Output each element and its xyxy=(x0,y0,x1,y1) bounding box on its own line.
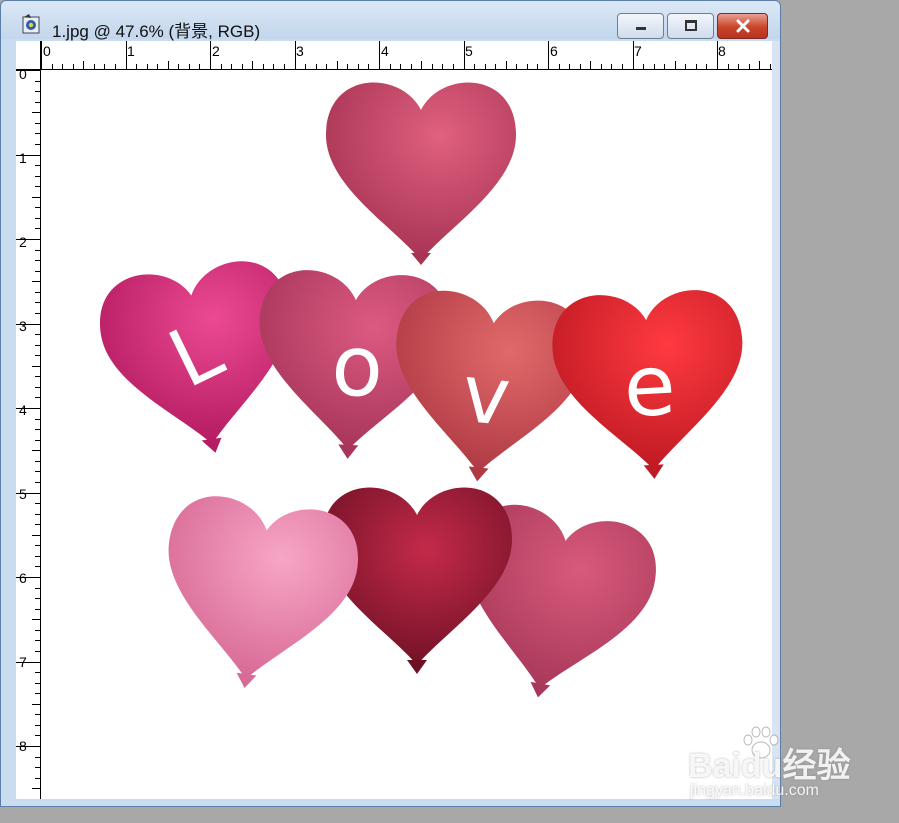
document-area: 0 1 2 3 4 5 6 7 8 0 1 2 3 4 5 6 7 8 L o … xyxy=(16,41,772,799)
h-ruler-label-7: 7 xyxy=(634,43,642,59)
image-canvas[interactable]: L o v e xyxy=(41,70,772,799)
h-ruler-label-6: 6 xyxy=(550,43,558,59)
h-ruler-label-4: 4 xyxy=(381,43,389,59)
v-ruler-label-1: 1 xyxy=(19,150,27,166)
heart-balloon-e: e xyxy=(549,287,749,479)
horizontal-ruler[interactable]: 0 1 2 3 4 5 6 7 8 xyxy=(16,41,772,70)
baidu-jingyan-watermark: Baidu经验 jingyan.baidu.com xyxy=(688,726,858,806)
maximize-icon xyxy=(684,20,697,31)
title-bar[interactable]: 1.jpg @ 47.6% (背景, RGB) xyxy=(1,1,780,41)
vertical-scrollbar[interactable] xyxy=(772,41,780,799)
letter-e: e xyxy=(621,336,678,437)
love-heart-balloons-image: L o v e xyxy=(93,82,749,706)
close-button[interactable] xyxy=(717,13,768,39)
photoshop-document-icon xyxy=(22,14,40,34)
pink-heart-balloon xyxy=(151,490,365,693)
minimize-icon xyxy=(635,27,646,30)
close-icon xyxy=(736,19,749,33)
v-ruler-label-3: 3 xyxy=(19,318,27,334)
h-ruler-label-1: 1 xyxy=(127,43,135,59)
v-ruler-label-4: 4 xyxy=(19,402,27,418)
v-ruler-label-6: 6 xyxy=(19,570,27,586)
letter-o: o xyxy=(329,316,385,417)
vertical-ruler[interactable]: 0 1 2 3 4 5 6 7 8 xyxy=(16,41,41,799)
window-title: 1.jpg @ 47.6% (背景, RGB) xyxy=(52,22,261,41)
h-ruler-label-8: 8 xyxy=(718,43,726,59)
maximize-button[interactable] xyxy=(667,13,714,39)
ruler-origin[interactable] xyxy=(16,41,41,70)
h-ruler-label-3: 3 xyxy=(296,43,304,59)
letter-v: v xyxy=(458,347,515,444)
top-heart-balloon xyxy=(326,82,516,265)
v-ruler-label-5: 5 xyxy=(19,486,27,502)
h-ruler-label-0: 0 xyxy=(43,43,51,59)
v-ruler-label-8: 8 xyxy=(19,738,27,754)
minimize-button[interactable] xyxy=(617,13,664,39)
h-ruler-label-5: 5 xyxy=(465,43,473,59)
watermark-url-text: jingyan.baidu.com xyxy=(690,782,819,799)
v-ruler-label-7: 7 xyxy=(19,654,27,670)
v-ruler-label-2: 2 xyxy=(19,234,27,250)
h-ruler-label-2: 2 xyxy=(212,43,220,59)
document-window: 1.jpg @ 47.6% (背景, RGB) 0 1 2 3 4 5 6 7 … xyxy=(0,0,781,807)
watermark-main-text: Baidu经验 xyxy=(688,747,851,785)
